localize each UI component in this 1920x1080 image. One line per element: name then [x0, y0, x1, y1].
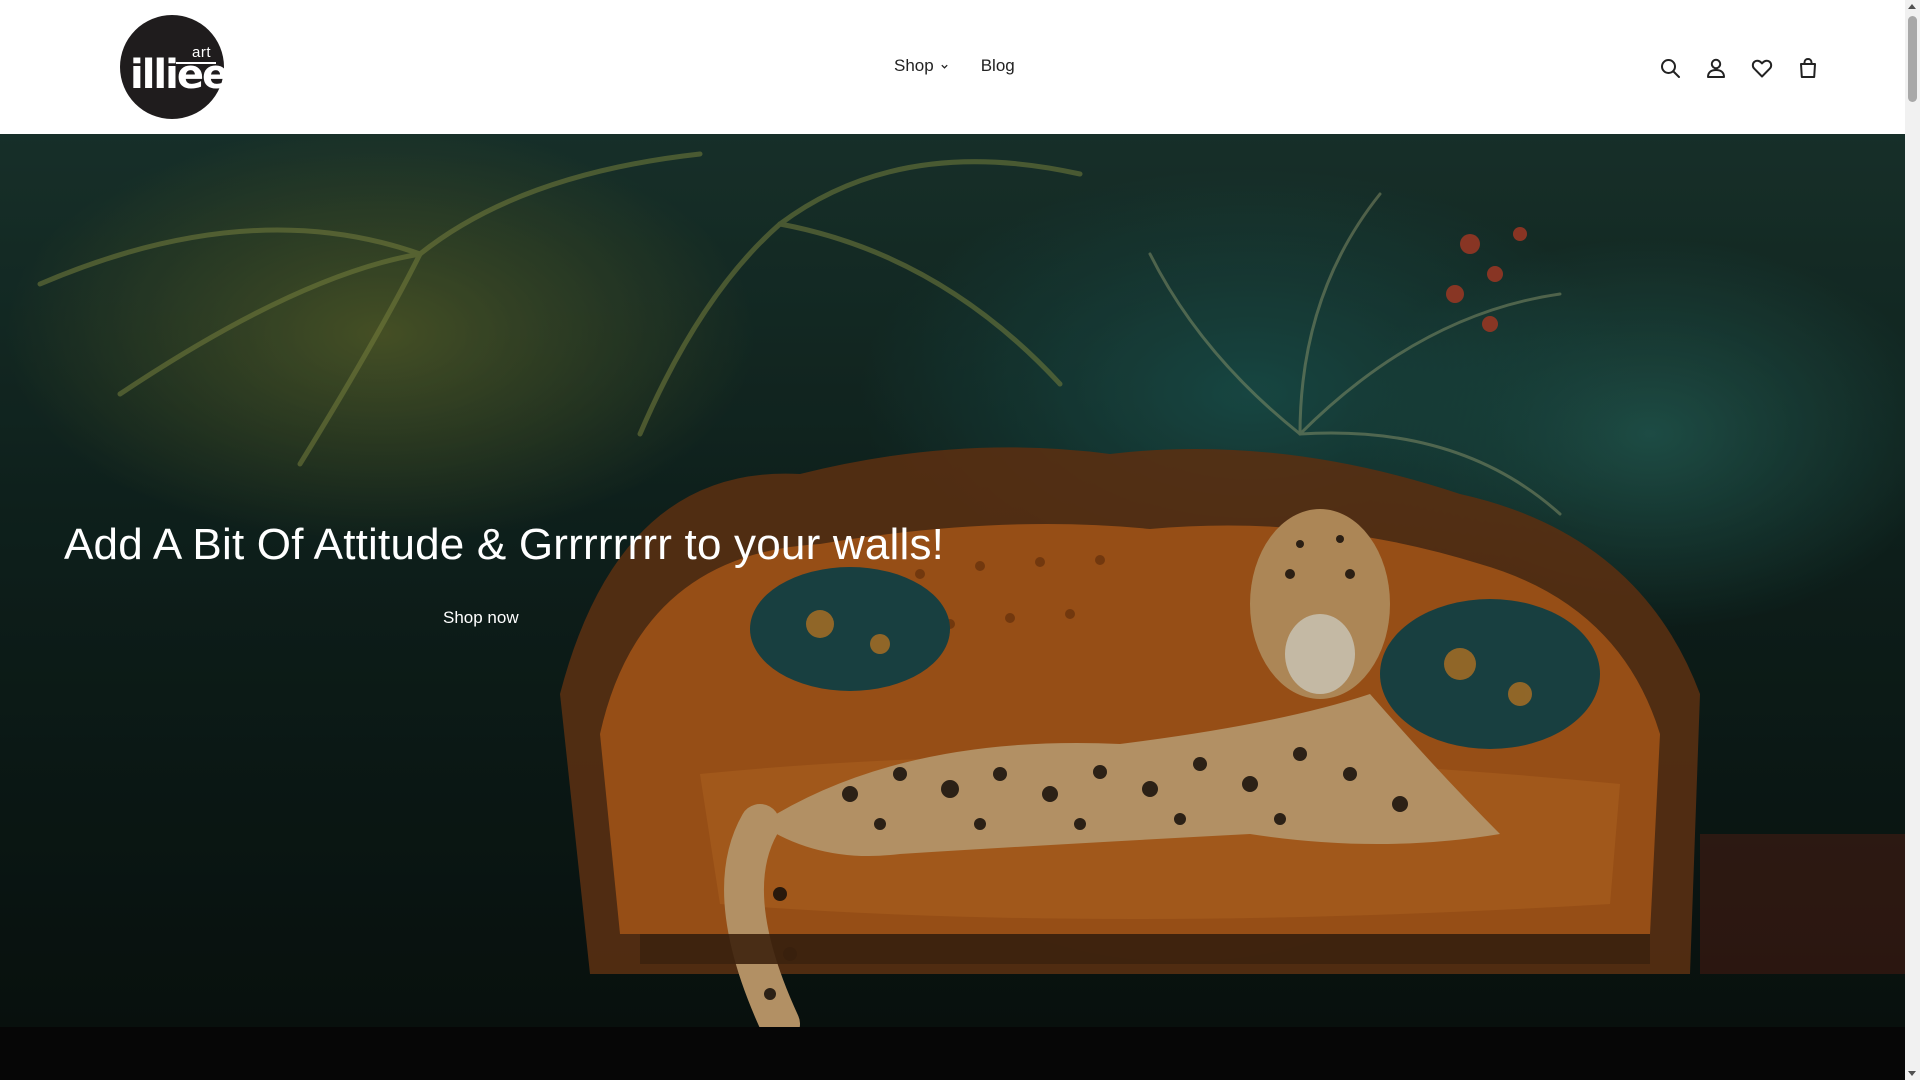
header-icons [1658, 56, 1820, 80]
nav-item-shop[interactable]: Shop [894, 56, 949, 76]
next-section-band [0, 1027, 1905, 1080]
chevron-down-icon [941, 64, 948, 69]
scroll-up-arrow-icon[interactable] [1908, 4, 1916, 9]
logo-wordmark: illiee [130, 52, 229, 98]
wishlist-icon[interactable] [1750, 56, 1774, 80]
cart-icon[interactable] [1796, 56, 1820, 80]
main-nav: Shop Blog [894, 56, 1015, 76]
nav-item-blog[interactable]: Blog [981, 56, 1015, 76]
site-logo[interactable]: art illiee [120, 15, 229, 119]
search-icon[interactable] [1658, 56, 1682, 80]
shop-now-button[interactable]: Shop now [443, 608, 519, 628]
hero-title: Add A Bit Of Attitude & Grrrrrrrr to you… [64, 520, 945, 569]
page: art illiee Shop Blog Add A Bit Of Attitu… [0, 0, 1905, 1080]
scrollbar-thumb[interactable] [1908, 16, 1917, 102]
account-icon[interactable] [1704, 56, 1728, 80]
nav-item-shop-label: Shop [894, 56, 934, 75]
hero-banner: Add A Bit Of Attitude & Grrrrrrrr to you… [0, 134, 1905, 1027]
nav-item-blog-label: Blog [980, 56, 1015, 75]
site-header: art illiee Shop Blog [0, 0, 1905, 134]
scroll-down-arrow-icon[interactable] [1908, 1071, 1916, 1076]
page-scrollbar[interactable] [1905, 0, 1920, 1080]
hero-overlay [0, 134, 1905, 1027]
